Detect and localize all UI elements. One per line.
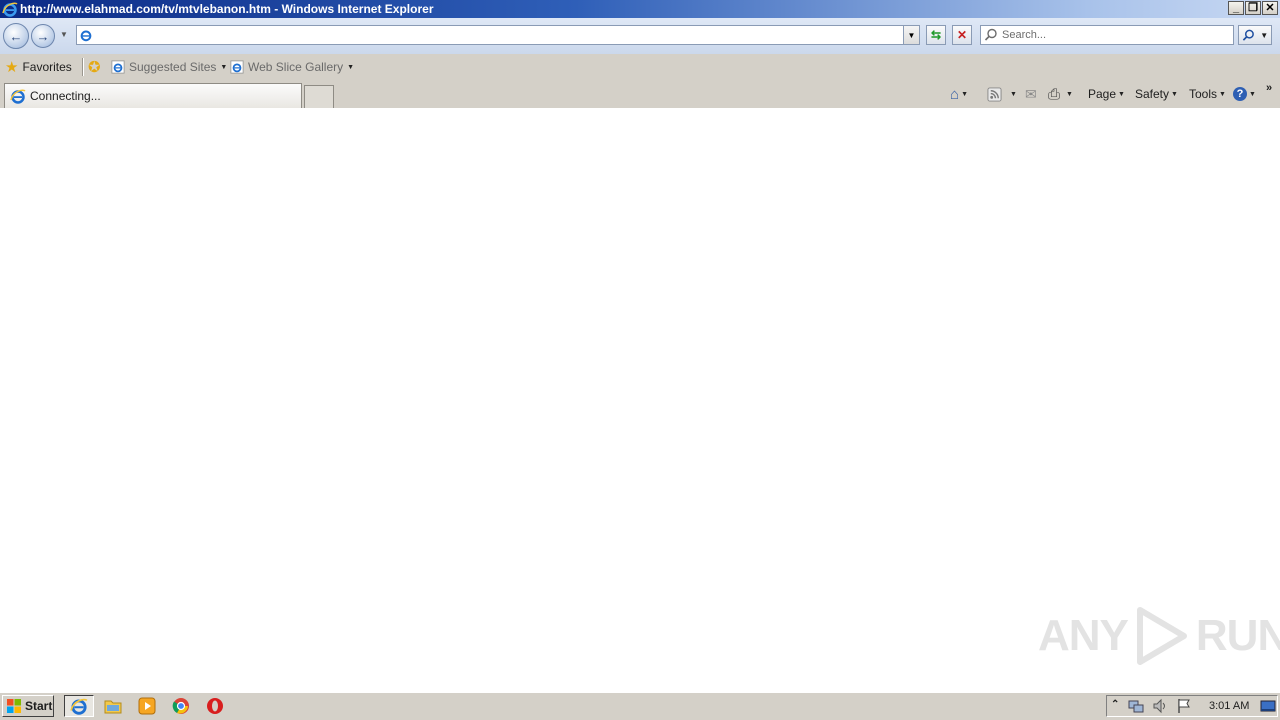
mail-icon: ✉	[1025, 85, 1037, 102]
read-mail-button[interactable]: ✉	[1025, 86, 1037, 102]
add-to-favorites-bar-button[interactable]: ✪	[88, 58, 101, 76]
page-icon	[80, 30, 92, 42]
tools-menu[interactable]: Tools ▼	[1189, 86, 1226, 102]
safety-menu[interactable]: Safety ▼	[1135, 86, 1178, 102]
taskbar-clock[interactable]: 3:01 AM	[1209, 700, 1249, 712]
add-favorite-icon: ✪	[88, 59, 101, 76]
forward-arrow-icon: →	[36, 28, 50, 44]
print-button[interactable]: ⎙ ▼	[1048, 85, 1073, 103]
stop-icon: ✕	[956, 28, 968, 42]
page-menu[interactable]: Page ▼	[1088, 86, 1125, 102]
feeds-button[interactable]: ▼	[987, 86, 1017, 102]
home-icon: ⌂	[950, 85, 960, 103]
web-slice-gallery-label: Web Slice Gallery	[248, 60, 344, 74]
chevron-down-icon: ▼	[220, 63, 228, 71]
chevron-down-icon: ▼	[1219, 90, 1226, 98]
refresh-button[interactable]: ⇆	[926, 25, 946, 45]
suggested-sites-button[interactable]: Suggested Sites ▼	[111, 58, 227, 76]
chevron-down-icon: ▼	[1171, 90, 1178, 98]
page-menu-label: Page	[1088, 87, 1117, 101]
taskbar-media-player[interactable]	[132, 695, 162, 717]
refresh-icon: ⇆	[930, 28, 942, 42]
watermark-text-right: RUN	[1195, 611, 1280, 660]
stop-button[interactable]: ✕	[952, 25, 972, 45]
search-box[interactable]: Search...	[980, 25, 1234, 45]
tools-menu-label: Tools	[1189, 87, 1218, 101]
safety-menu-label: Safety	[1135, 87, 1170, 101]
help-button[interactable]: ? ▼	[1233, 86, 1256, 102]
media-player-icon	[138, 697, 156, 715]
rss-feed-icon	[987, 86, 1002, 102]
chevron-down-icon: ▼	[1249, 90, 1256, 98]
watermark-text-left: ANY	[1038, 611, 1129, 660]
show-desktop-icon[interactable]	[1260, 698, 1276, 717]
favorites-label: Favorites	[22, 60, 72, 74]
minimize-button[interactable]: _	[1228, 1, 1244, 15]
network-icon[interactable]	[1128, 698, 1144, 717]
page-content	[0, 108, 1280, 692]
tab-label: Connecting...	[30, 89, 101, 103]
title-bar: http://www.elahmad.com/tv/mtvlebanon.htm…	[0, 0, 1280, 18]
favorites-star-icon: ★	[5, 59, 19, 76]
search-options-icon: ▼	[1260, 30, 1269, 40]
help-icon: ?	[1233, 87, 1247, 101]
search-placeholder: Search...	[1002, 29, 1047, 41]
restore-button[interactable]: ❐	[1245, 1, 1261, 15]
web-slice-gallery-button[interactable]: Web Slice Gallery ▼	[230, 58, 354, 76]
action-center-flag-icon[interactable]	[1176, 698, 1192, 717]
show-hidden-icons-icon[interactable]: ⌃	[1111, 699, 1119, 710]
search-icon	[984, 28, 997, 41]
chevron-down-icon: ▼	[961, 90, 968, 98]
favorites-button[interactable]: ★ Favorites	[5, 58, 72, 76]
anyrun-watermark: ANY RUN	[1038, 606, 1280, 666]
tab-connecting[interactable]: Connecting...	[4, 83, 302, 108]
home-button[interactable]: ⌂ ▼	[950, 85, 968, 103]
taskbar-internet-explorer[interactable]	[64, 695, 94, 717]
taskbar-chrome[interactable]	[166, 695, 196, 717]
recent-pages-dropdown-icon[interactable]: ▼	[60, 30, 68, 39]
taskbar-opera[interactable]	[200, 695, 230, 717]
chevron-down-icon: ▼	[907, 30, 916, 40]
play-logo-icon	[1136, 607, 1187, 665]
taskbar-file-explorer[interactable]	[98, 695, 128, 717]
ie-logo-icon	[2, 2, 18, 17]
opera-icon	[207, 698, 223, 714]
chevron-down-icon: ▼	[347, 63, 355, 71]
close-button[interactable]: ✕	[1262, 1, 1278, 15]
folder-icon	[104, 700, 122, 714]
chevron-down-icon: ▼	[1118, 90, 1125, 98]
ie-logo-icon	[10, 89, 26, 104]
ie-logo-icon	[70, 698, 88, 715]
suggested-sites-label: Suggested Sites	[129, 60, 217, 74]
back-button[interactable]: ←	[3, 23, 29, 49]
ie-page-icon	[111, 60, 125, 74]
start-label: Start	[25, 699, 53, 713]
printer-icon: ⎙	[1048, 85, 1061, 103]
start-button[interactable]: Start	[2, 695, 54, 717]
back-arrow-icon: ←	[9, 28, 23, 44]
new-tab-button[interactable]	[304, 85, 334, 108]
search-go-icon	[1242, 29, 1254, 41]
windows-logo-icon	[7, 699, 21, 713]
more-commands-icon[interactable]: »	[1266, 82, 1272, 94]
favorites-separator	[82, 58, 83, 76]
address-dropdown-button[interactable]: ▼	[903, 26, 919, 44]
address-bar[interactable]: ▼	[76, 25, 920, 45]
chrome-icon	[172, 698, 189, 714]
volume-icon[interactable]	[1152, 698, 1168, 717]
ie-page-icon	[230, 60, 244, 74]
chevron-down-icon: ▼	[1066, 90, 1073, 98]
forward-button[interactable]: →	[31, 24, 55, 48]
window-title: http://www.elahmad.com/tv/mtvlebanon.htm…	[20, 2, 434, 16]
address-input[interactable]	[95, 27, 899, 45]
search-button[interactable]: ▼	[1238, 25, 1272, 45]
chevron-down-icon: ▼	[1010, 90, 1017, 98]
